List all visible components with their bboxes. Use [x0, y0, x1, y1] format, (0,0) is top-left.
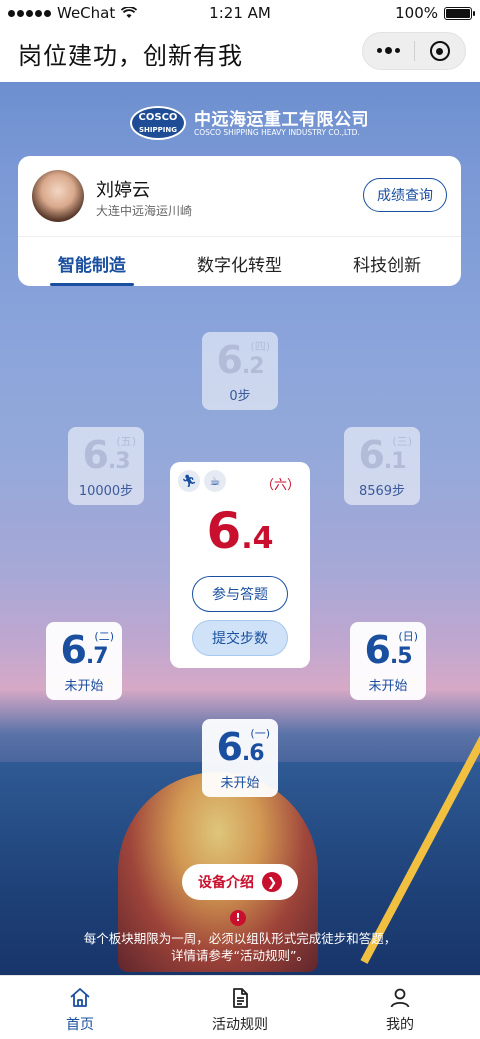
- status-bar: WeChat 1:21 AM 100%: [0, 0, 480, 26]
- today-weekday: （六）: [260, 478, 300, 493]
- day-tile-6-5[interactable]: 6.5 (日) 未开始: [350, 622, 426, 700]
- document-icon: [233, 988, 248, 1008]
- close-button[interactable]: [414, 41, 465, 61]
- tile-weekday: (五): [116, 435, 136, 448]
- notice-text: 每个板块期限为一周，必须以组队形式完成徒步和答题， 详情请参考“活动规则”。: [40, 930, 440, 964]
- cosco-badge: COSCO SHIPPING: [130, 106, 186, 140]
- notice-line-2: 详情请参考“活动规则”。: [171, 948, 309, 963]
- tile-status: 未开始: [64, 679, 104, 694]
- device-intro-button[interactable]: 设备介绍 ❯: [182, 864, 298, 900]
- company-logo: COSCO SHIPPING 中远海运重工有限公司 COSCO SHIPPING…: [130, 104, 369, 144]
- tabbar-home-label: 首页: [66, 1017, 94, 1033]
- user-name: 刘婷云: [96, 180, 150, 201]
- cup-icon: ☕︎: [204, 470, 226, 492]
- tile-status: 10000步: [78, 484, 134, 499]
- bottom-tab-bar: 首页 活动规则 我的: [0, 975, 480, 1039]
- home-icon: [70, 988, 90, 1007]
- target-icon: [429, 41, 450, 61]
- badge-bottom-text: SHIPPING: [139, 126, 177, 134]
- today-date: 6.4: [206, 502, 274, 560]
- day-tile-6-7[interactable]: 6.7 (二) 未开始: [46, 622, 122, 700]
- day-tile-6-6[interactable]: 6.6 (一) 未开始: [202, 719, 278, 797]
- miniprogram-capsule: [362, 32, 466, 70]
- tile-weekday: (三): [392, 435, 412, 448]
- tile-status: 0步: [229, 389, 251, 404]
- warning-icon: !: [230, 910, 246, 926]
- tabbar-rules-label: 活动规则: [212, 1017, 268, 1033]
- submit-steps-button[interactable]: 提交步数: [192, 620, 288, 656]
- avatar: [32, 170, 84, 222]
- company-name-cn: 中远海运重工有限公司: [194, 110, 369, 130]
- status-right: 100%: [395, 4, 475, 22]
- tab-smart-manufacturing[interactable]: 智能制造: [18, 237, 166, 286]
- company-name-en: COSCO SHIPPING HEAVY INDUSTRY CO.,LTD.: [194, 128, 360, 137]
- tile-weekday: (一): [250, 727, 270, 740]
- tabbar-rules[interactable]: 活动规则: [160, 976, 320, 1039]
- day-tile-6-1[interactable]: 6.1 (三) 8569步: [344, 427, 420, 505]
- main-content: COSCO SHIPPING 中远海运重工有限公司 COSCO SHIPPING…: [0, 82, 480, 975]
- chevron-right-icon: ❯: [262, 872, 282, 892]
- tabbar-home[interactable]: 首页: [0, 976, 160, 1039]
- profile-card: 刘婷云 大连中远海运川崎 成绩查询 智能制造 数字化转型 科技创新: [18, 156, 461, 286]
- day-tile-6-2[interactable]: 6.2 (四) 0步: [202, 332, 278, 410]
- tile-weekday: (日): [398, 630, 418, 643]
- more-icon[interactable]: [363, 47, 414, 54]
- score-query-button[interactable]: 成绩查询: [363, 178, 447, 212]
- user-icon: [390, 988, 410, 1008]
- page-title: 岗位建功，创新有我: [18, 42, 243, 70]
- tile-status: 8569步: [358, 484, 406, 499]
- badge-top-text: COSCO: [138, 112, 178, 123]
- notice-line-1: 每个板块期限为一周，必须以组队形式完成徒步和答题，: [83, 931, 397, 946]
- run-icon: 🏃︎: [178, 470, 200, 492]
- tile-status: 未开始: [220, 776, 260, 791]
- tile-weekday: (四): [250, 340, 270, 353]
- tile-status: 未开始: [368, 679, 408, 694]
- battery-percent: 100%: [395, 4, 438, 22]
- nav-bar: 岗位建功，创新有我: [0, 26, 480, 82]
- answer-quiz-button[interactable]: 参与答题: [192, 576, 288, 612]
- today-icons: 🏃︎ ☕︎: [178, 470, 226, 492]
- tab-digital-transformation[interactable]: 数字化转型: [166, 237, 314, 286]
- tabbar-me[interactable]: 我的: [320, 976, 480, 1039]
- day-tile-6-3[interactable]: 6.3 (五) 10000步: [68, 427, 144, 505]
- tile-weekday: (二): [94, 630, 114, 643]
- tabbar-me-label: 我的: [386, 1017, 414, 1033]
- tab-tech-innovation[interactable]: 科技创新: [313, 237, 461, 286]
- battery-icon: [444, 6, 475, 20]
- device-intro-label: 设备介绍: [198, 875, 254, 891]
- user-company: 大连中远海运川崎: [96, 204, 193, 218]
- category-tabs: 智能制造 数字化转型 科技创新: [18, 236, 461, 286]
- today-card: 🏃︎ ☕︎ （六） 6.4 参与答题 提交步数: [170, 462, 310, 668]
